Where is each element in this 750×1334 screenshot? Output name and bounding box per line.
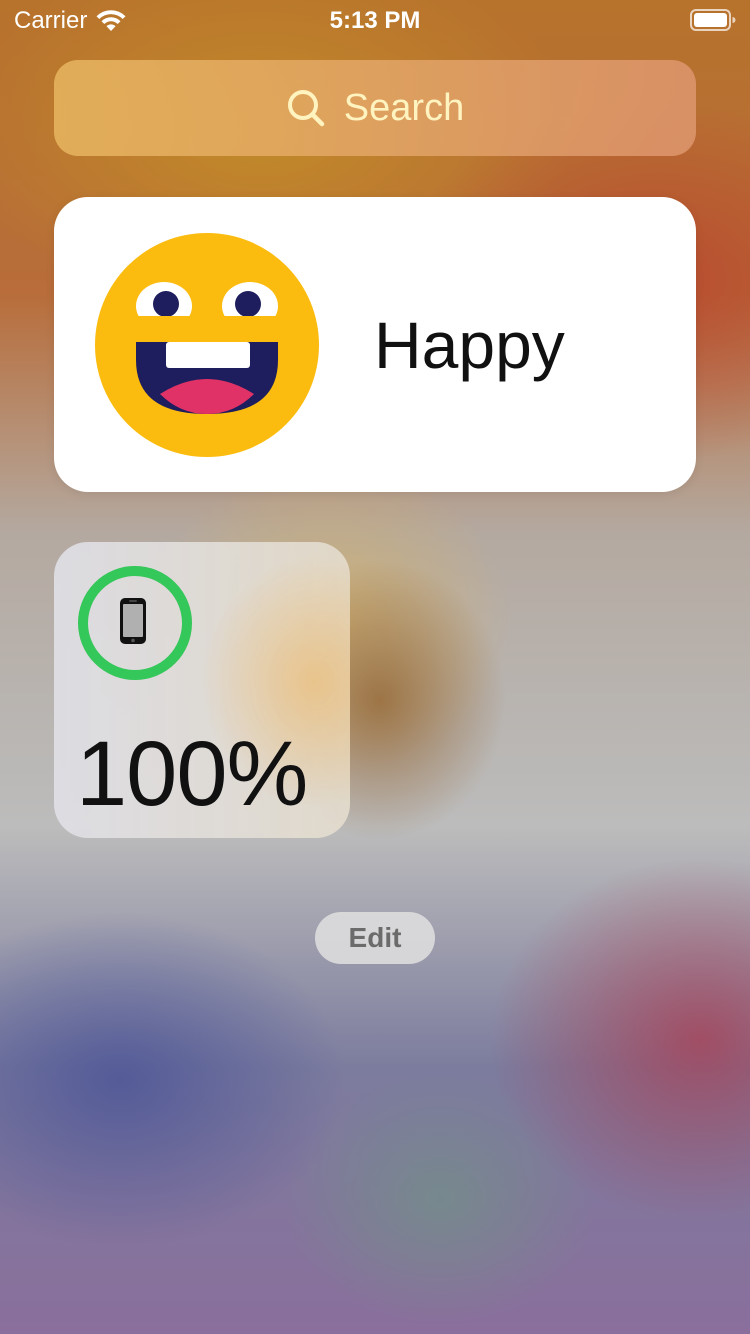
search-bar[interactable]: Search bbox=[54, 60, 696, 156]
search-icon bbox=[286, 88, 326, 128]
grinning-face-icon bbox=[94, 232, 320, 458]
iphone-icon bbox=[120, 598, 146, 644]
mood-label: Happy bbox=[374, 308, 565, 382]
status-bar: Carrier 5:13 PM bbox=[0, 0, 750, 40]
status-time: 5:13 PM bbox=[329, 7, 421, 34]
mood-widget[interactable]: Happy bbox=[54, 197, 696, 492]
battery-icon bbox=[690, 9, 736, 31]
search-placeholder: Search bbox=[343, 86, 465, 129]
battery-percent: 100% bbox=[76, 723, 308, 825]
battery-ring bbox=[76, 564, 194, 682]
battery-widget[interactable]: 100% bbox=[54, 542, 350, 838]
edit-button[interactable]: Edit bbox=[315, 912, 435, 964]
